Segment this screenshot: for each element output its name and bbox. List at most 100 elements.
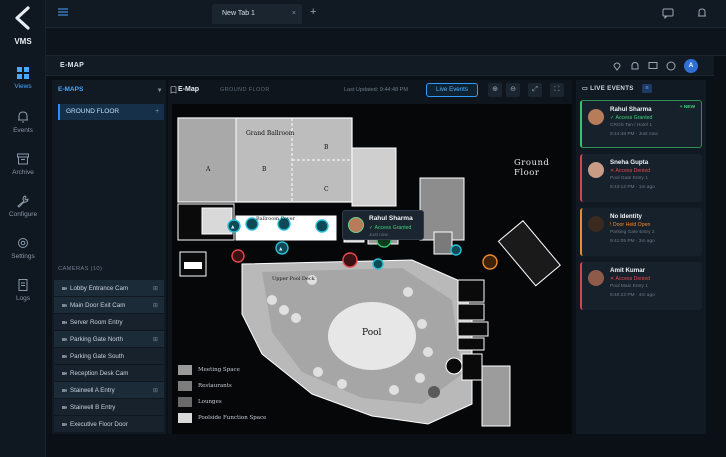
nav-views-label: Views bbox=[14, 83, 32, 90]
camera-icon bbox=[62, 287, 67, 290]
camera-icon bbox=[62, 423, 67, 426]
zoom-in-button[interactable]: ⊕ bbox=[488, 83, 502, 97]
popup-avatar bbox=[348, 217, 364, 233]
room-label-ballroom-foyer: Ballroom Foyer bbox=[256, 216, 295, 222]
grid-icon bbox=[17, 67, 29, 79]
emaps-header-label: E-MAPS bbox=[58, 86, 84, 93]
popup-name: Rahul Sharma bbox=[369, 215, 413, 222]
room-label-grand-ballroom: Grand Ballroom bbox=[246, 130, 295, 137]
live-events-panel: ▭ LIVE EVENTS ≡ Rahul Sharma ✓ Access Gra… bbox=[576, 80, 706, 434]
emap-subtitle: GROUND FLOOR bbox=[220, 87, 270, 93]
legend-label: Restaurants bbox=[198, 383, 232, 389]
camera-icon bbox=[62, 304, 67, 307]
svg-text:▲: ▲ bbox=[279, 247, 283, 252]
tab-label: New Tab 1 bbox=[222, 10, 255, 17]
event-time: 9:43:12 PM · 1m ago bbox=[610, 185, 655, 190]
live-events-title: LIVE EVENTS bbox=[590, 85, 634, 92]
event-card[interactable]: Rahul Sharma ✓ Access Granted CROS Tan / H… bbox=[580, 100, 702, 148]
help-icon[interactable] bbox=[666, 61, 676, 71]
camera-list-item[interactable]: Reception Desk Cam bbox=[54, 365, 164, 382]
legend-item: Lounges bbox=[178, 396, 298, 410]
event-card[interactable]: Amit Kumar ✕ Access Denied Pool Main Entry… bbox=[580, 262, 702, 310]
nav-settings[interactable]: Settings bbox=[0, 236, 46, 260]
popup-status: ✓ Access Granted bbox=[369, 225, 412, 231]
document-icon bbox=[18, 279, 28, 291]
live-events-button[interactable]: Live Events bbox=[426, 83, 478, 97]
room-label-c: C bbox=[324, 186, 329, 193]
event-card[interactable]: No Identity ! Door Held Open Parking Gate … bbox=[580, 208, 702, 256]
legend-swatch bbox=[178, 413, 192, 423]
camera-list-item[interactable]: Stairwell A Entry ⊞ bbox=[54, 382, 164, 399]
event-avatar bbox=[588, 109, 604, 125]
bell-icon[interactable] bbox=[630, 61, 640, 71]
pin-icon[interactable]: ⊞ bbox=[153, 382, 158, 399]
new-tab-button[interactable]: + bbox=[310, 6, 316, 18]
event-avatar bbox=[588, 162, 604, 178]
emap-viewer: E-Map GROUND FLOOR Last Updated: 9:44:48… bbox=[168, 80, 572, 434]
room-label-b-left: B bbox=[262, 166, 267, 173]
pin-icon[interactable]: ⊞ bbox=[153, 297, 158, 314]
bell-icon bbox=[18, 111, 28, 123]
legend-item: Restaurants bbox=[178, 380, 298, 394]
chat-icon[interactable] bbox=[662, 7, 674, 19]
fullscreen-icon[interactable]: ⛶ bbox=[550, 83, 564, 97]
event-location: Parking Gate Entry 2 bbox=[610, 230, 655, 235]
nav-events[interactable]: Events bbox=[0, 110, 46, 134]
tab-new-tab-1[interactable]: New Tab 1 × bbox=[212, 4, 302, 24]
location-pin-icon[interactable] bbox=[612, 61, 622, 71]
chevron-down-icon[interactable]: ▾ bbox=[158, 86, 161, 94]
camera-list-item[interactable]: Executive Floor Door bbox=[54, 416, 164, 433]
live-events-count-badge: ≡ bbox=[642, 84, 652, 93]
event-time: 9:40:22 PM · 4m ago bbox=[610, 293, 655, 298]
camera-label: Stairwell B Entry bbox=[70, 404, 116, 411]
person-popup[interactable]: Rahul Sharma ✓ Access Granted Just now bbox=[342, 210, 424, 240]
camera-label: Main Door Exit Cam bbox=[70, 302, 126, 309]
new-badge: + NEW bbox=[679, 105, 695, 110]
floor-item-ground[interactable]: GROUND FLOOR + bbox=[58, 104, 164, 120]
nav-archive-label: Archive bbox=[12, 169, 34, 176]
emap-toolbar: E-Map GROUND FLOOR Last Updated: 9:44:48… bbox=[168, 80, 572, 100]
emaps-header[interactable]: E-MAPS ▾ bbox=[58, 86, 161, 94]
floor-label: GROUND FLOOR bbox=[66, 108, 120, 115]
user-avatar[interactable]: A bbox=[684, 59, 698, 73]
room-label-b: B bbox=[324, 144, 329, 151]
camera-icon bbox=[62, 389, 67, 392]
secondary-bar bbox=[46, 28, 726, 56]
legend-item: Poolside Function Space bbox=[178, 412, 298, 426]
pin-icon[interactable]: ⊞ bbox=[153, 331, 158, 348]
camera-label: Parking Gate North bbox=[70, 336, 123, 343]
event-location: Pool Gate Entry 1 bbox=[610, 176, 648, 181]
tab-close-icon[interactable]: × bbox=[292, 4, 296, 24]
pin-icon[interactable]: ⊞ bbox=[153, 280, 158, 297]
event-status: ✕ Access Denied bbox=[610, 168, 651, 174]
floor-map[interactable]: ▲ ▲ Grand Ballroom A B B C Ballroom Foyer… bbox=[172, 104, 572, 434]
camera-label: Executive Floor Door bbox=[70, 421, 128, 428]
nav-logs-label: Logs bbox=[15, 295, 31, 302]
event-time: 9:41:05 PM · 3m ago bbox=[610, 239, 655, 244]
expand-icon[interactable]: ⤢ bbox=[528, 83, 542, 97]
event-avatar bbox=[588, 270, 604, 286]
menu-icon[interactable] bbox=[58, 8, 68, 16]
nav-logs[interactable]: Logs bbox=[0, 278, 46, 302]
message-icon[interactable] bbox=[648, 61, 658, 71]
camera-list-item[interactable]: Server Room Entry bbox=[54, 314, 164, 331]
nav-configure[interactable]: Configure bbox=[0, 194, 46, 218]
camera-icon bbox=[62, 355, 67, 358]
zoom-out-button[interactable]: ⊖ bbox=[506, 83, 520, 97]
camera-list-item[interactable]: Main Door Exit Cam ⊞ bbox=[54, 297, 164, 314]
camera-label: Parking Gate South bbox=[70, 353, 125, 360]
nav-views[interactable]: Views bbox=[0, 66, 46, 90]
camera-list-item[interactable]: Parking Gate North ⊞ bbox=[54, 331, 164, 348]
nav-archive[interactable]: Archive bbox=[0, 152, 46, 176]
camera-list-item[interactable]: Parking Gate South bbox=[54, 348, 164, 365]
page-title: E-MAP bbox=[60, 62, 85, 69]
camera-list-item[interactable]: Lobby Entrance Cam ⊞ bbox=[54, 280, 164, 297]
notification-bell-icon[interactable] bbox=[696, 7, 708, 19]
camera-label: Server Room Entry bbox=[70, 319, 123, 326]
add-icon[interactable]: + bbox=[155, 104, 159, 120]
camera-list-item[interactable]: Stairwell B Entry bbox=[54, 399, 164, 416]
event-card[interactable]: Sneha Gupta ✕ Access Denied Pool Gate Entr… bbox=[580, 154, 702, 202]
archive-icon bbox=[17, 153, 29, 165]
event-location: Pool Main Entry 1 bbox=[610, 284, 648, 289]
live-events-header: ▭ LIVE EVENTS bbox=[582, 85, 634, 92]
